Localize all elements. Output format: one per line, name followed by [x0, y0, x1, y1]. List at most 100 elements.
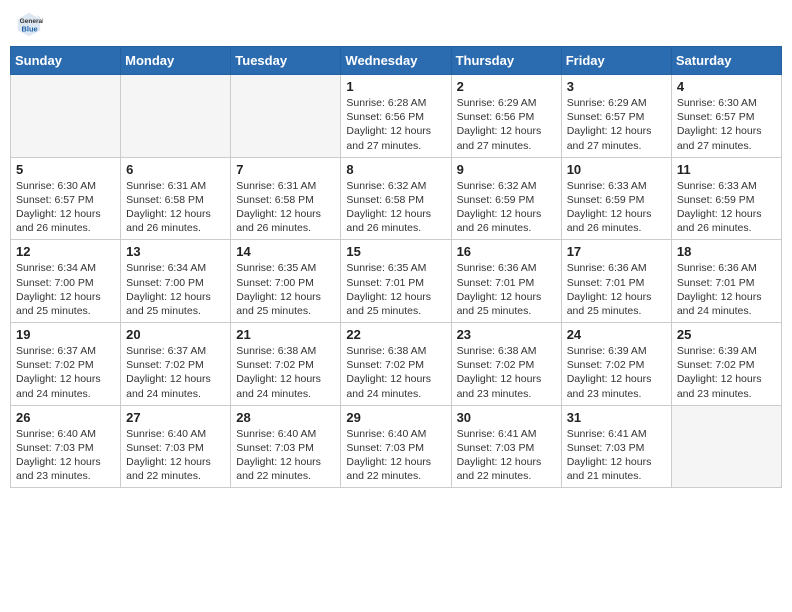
day-number: 23: [457, 327, 556, 342]
day-info: Sunrise: 6:32 AM Sunset: 6:58 PM Dayligh…: [346, 179, 445, 236]
day-info: Sunrise: 6:28 AM Sunset: 6:56 PM Dayligh…: [346, 96, 445, 153]
day-number: 21: [236, 327, 335, 342]
calendar-cell: 13 Sunrise: 6:34 AM Sunset: 7:00 PM Dayli…: [121, 240, 231, 323]
day-info: Sunrise: 6:30 AM Sunset: 6:57 PM Dayligh…: [677, 96, 776, 153]
logo-icon: General Blue: [15, 10, 43, 38]
calendar-cell: 5 Sunrise: 6:30 AM Sunset: 6:57 PM Daylig…: [11, 157, 121, 240]
day-info: Sunrise: 6:35 AM Sunset: 7:00 PM Dayligh…: [236, 261, 335, 318]
day-number: 3: [567, 79, 666, 94]
calendar-week-row: 19 Sunrise: 6:37 AM Sunset: 7:02 PM Dayli…: [11, 323, 782, 406]
day-number: 14: [236, 244, 335, 259]
calendar-cell: 17 Sunrise: 6:36 AM Sunset: 7:01 PM Dayli…: [561, 240, 671, 323]
day-info: Sunrise: 6:29 AM Sunset: 6:57 PM Dayligh…: [567, 96, 666, 153]
calendar-cell: 22Sunrise: 6:38 AM Sunset: 7:02 PM Dayli…: [341, 323, 451, 406]
day-number: 2: [457, 79, 556, 94]
day-info: Sunrise: 6:38 AM Sunset: 7:02 PM Dayligh…: [346, 344, 445, 401]
day-number: 24: [567, 327, 666, 342]
calendar-cell: 7 Sunrise: 6:31 AM Sunset: 6:58 PM Daylig…: [231, 157, 341, 240]
day-number: 20: [126, 327, 225, 342]
calendar-week-row: 26Sunrise: 6:40 AM Sunset: 7:03 PM Dayli…: [11, 405, 782, 488]
calendar-cell: 2 Sunrise: 6:29 AM Sunset: 6:56 PM Daylig…: [451, 75, 561, 158]
day-number: 28: [236, 410, 335, 425]
calendar-cell: 25 Sunrise: 6:39 AM Sunset: 7:02 PM Dayli…: [671, 323, 781, 406]
day-number: 17: [567, 244, 666, 259]
calendar-cell: 6Sunrise: 6:31 AM Sunset: 6:58 PM Daylig…: [121, 157, 231, 240]
day-number: 29: [346, 410, 445, 425]
calendar-cell: 24 Sunrise: 6:39 AM Sunset: 7:02 PM Dayli…: [561, 323, 671, 406]
day-info: Sunrise: 6:38 AM Sunset: 7:02 PM Dayligh…: [236, 344, 335, 401]
calendar-cell: 18Sunrise: 6:36 AM Sunset: 7:01 PM Dayli…: [671, 240, 781, 323]
day-of-week-header: Saturday: [671, 47, 781, 75]
day-number: 4: [677, 79, 776, 94]
day-info: Sunrise: 6:35 AM Sunset: 7:01 PM Dayligh…: [346, 261, 445, 318]
page-header: General Blue: [10, 10, 782, 38]
day-number: 31: [567, 410, 666, 425]
calendar-cell: 21 Sunrise: 6:38 AM Sunset: 7:02 PM Dayli…: [231, 323, 341, 406]
day-number: 25: [677, 327, 776, 342]
day-info: Sunrise: 6:32 AM Sunset: 6:59 PM Dayligh…: [457, 179, 556, 236]
day-of-week-header: Wednesday: [341, 47, 451, 75]
calendar-cell: 29 Sunrise: 6:40 AM Sunset: 7:03 PM Dayli…: [341, 405, 451, 488]
day-info: Sunrise: 6:34 AM Sunset: 7:00 PM Dayligh…: [16, 261, 115, 318]
calendar-cell: 28 Sunrise: 6:40 AM Sunset: 7:03 PM Dayli…: [231, 405, 341, 488]
day-number: 12: [16, 244, 115, 259]
calendar-cell: [231, 75, 341, 158]
calendar-cell: 8 Sunrise: 6:32 AM Sunset: 6:58 PM Daylig…: [341, 157, 451, 240]
day-number: 30: [457, 410, 556, 425]
day-of-week-header: Tuesday: [231, 47, 341, 75]
day-info: Sunrise: 6:40 AM Sunset: 7:03 PM Dayligh…: [16, 427, 115, 484]
day-number: 6: [126, 162, 225, 177]
day-number: 1: [346, 79, 445, 94]
day-info: Sunrise: 6:36 AM Sunset: 7:01 PM Dayligh…: [567, 261, 666, 318]
calendar-cell: 26Sunrise: 6:40 AM Sunset: 7:03 PM Dayli…: [11, 405, 121, 488]
day-number: 13: [126, 244, 225, 259]
day-info: Sunrise: 6:37 AM Sunset: 7:02 PM Dayligh…: [16, 344, 115, 401]
day-info: Sunrise: 6:29 AM Sunset: 6:56 PM Dayligh…: [457, 96, 556, 153]
calendar-header-row: SundayMondayTuesdayWednesdayThursdayFrid…: [11, 47, 782, 75]
calendar-cell: 15 Sunrise: 6:35 AM Sunset: 7:01 PM Dayli…: [341, 240, 451, 323]
day-of-week-header: Thursday: [451, 47, 561, 75]
day-info: Sunrise: 6:36 AM Sunset: 7:01 PM Dayligh…: [457, 261, 556, 318]
day-info: Sunrise: 6:40 AM Sunset: 7:03 PM Dayligh…: [236, 427, 335, 484]
calendar-week-row: 5 Sunrise: 6:30 AM Sunset: 6:57 PM Daylig…: [11, 157, 782, 240]
day-info: Sunrise: 6:41 AM Sunset: 7:03 PM Dayligh…: [457, 427, 556, 484]
day-of-week-header: Sunday: [11, 47, 121, 75]
day-of-week-header: Monday: [121, 47, 231, 75]
calendar-cell: 20 Sunrise: 6:37 AM Sunset: 7:02 PM Dayli…: [121, 323, 231, 406]
day-number: 5: [16, 162, 115, 177]
day-number: 11: [677, 162, 776, 177]
day-info: Sunrise: 6:30 AM Sunset: 6:57 PM Dayligh…: [16, 179, 115, 236]
calendar-cell: [121, 75, 231, 158]
day-number: 18: [677, 244, 776, 259]
calendar-cell: 19 Sunrise: 6:37 AM Sunset: 7:02 PM Dayli…: [11, 323, 121, 406]
calendar-cell: 3 Sunrise: 6:29 AM Sunset: 6:57 PM Daylig…: [561, 75, 671, 158]
day-number: 8: [346, 162, 445, 177]
day-info: Sunrise: 6:40 AM Sunset: 7:03 PM Dayligh…: [126, 427, 225, 484]
calendar-cell: 10Sunrise: 6:33 AM Sunset: 6:59 PM Dayli…: [561, 157, 671, 240]
day-number: 7: [236, 162, 335, 177]
day-number: 16: [457, 244, 556, 259]
day-info: Sunrise: 6:37 AM Sunset: 7:02 PM Dayligh…: [126, 344, 225, 401]
calendar-cell: 1 Sunrise: 6:28 AM Sunset: 6:56 PM Daylig…: [341, 75, 451, 158]
calendar-cell: 16 Sunrise: 6:36 AM Sunset: 7:01 PM Dayli…: [451, 240, 561, 323]
calendar-cell: [671, 405, 781, 488]
calendar-cell: 12 Sunrise: 6:34 AM Sunset: 7:00 PM Dayli…: [11, 240, 121, 323]
day-number: 9: [457, 162, 556, 177]
day-info: Sunrise: 6:34 AM Sunset: 7:00 PM Dayligh…: [126, 261, 225, 318]
day-info: Sunrise: 6:33 AM Sunset: 6:59 PM Dayligh…: [567, 179, 666, 236]
calendar-cell: 23Sunrise: 6:38 AM Sunset: 7:02 PM Dayli…: [451, 323, 561, 406]
day-number: 19: [16, 327, 115, 342]
day-info: Sunrise: 6:31 AM Sunset: 6:58 PM Dayligh…: [236, 179, 335, 236]
calendar-cell: 4 Sunrise: 6:30 AM Sunset: 6:57 PM Daylig…: [671, 75, 781, 158]
calendar-table: SundayMondayTuesdayWednesdayThursdayFrid…: [10, 46, 782, 488]
day-info: Sunrise: 6:41 AM Sunset: 7:03 PM Dayligh…: [567, 427, 666, 484]
day-info: Sunrise: 6:33 AM Sunset: 6:59 PM Dayligh…: [677, 179, 776, 236]
day-info: Sunrise: 6:39 AM Sunset: 7:02 PM Dayligh…: [567, 344, 666, 401]
day-number: 15: [346, 244, 445, 259]
svg-text:Blue: Blue: [22, 24, 38, 33]
day-info: Sunrise: 6:39 AM Sunset: 7:02 PM Dayligh…: [677, 344, 776, 401]
day-info: Sunrise: 6:40 AM Sunset: 7:03 PM Dayligh…: [346, 427, 445, 484]
calendar-cell: [11, 75, 121, 158]
calendar-cell: 9 Sunrise: 6:32 AM Sunset: 6:59 PM Daylig…: [451, 157, 561, 240]
day-of-week-header: Friday: [561, 47, 671, 75]
